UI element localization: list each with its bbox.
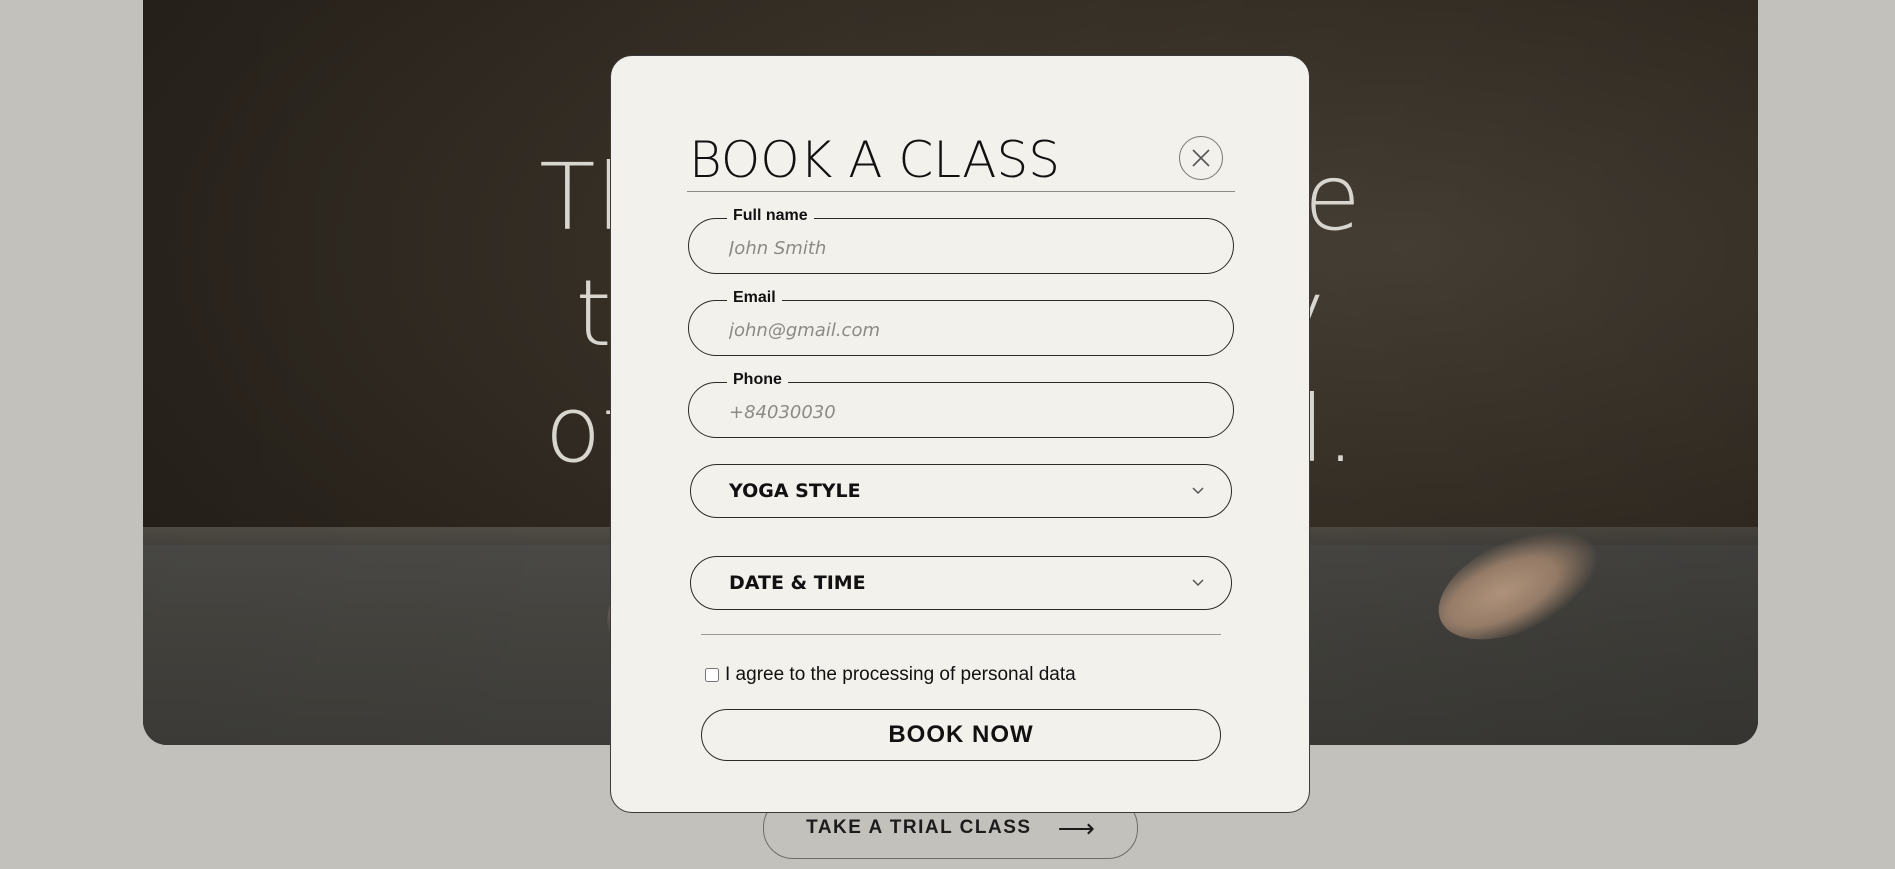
modal-title: BOOK A CLASS xyxy=(689,131,1060,189)
email-field: Email xyxy=(688,289,1234,356)
agree-checkbox[interactable] xyxy=(705,668,719,682)
phone-label: Phone xyxy=(727,371,788,389)
email-input[interactable] xyxy=(727,315,1201,345)
email-label: Email xyxy=(727,289,782,307)
book-now-button[interactable]: BOOK NOW xyxy=(701,709,1221,761)
close-button[interactable] xyxy=(1179,136,1223,180)
chevron-down-icon xyxy=(1192,579,1204,587)
date-time-label: DATE & TIME xyxy=(729,572,866,594)
agree-consent: I agree to the processing of personal da… xyxy=(705,664,1076,686)
form-divider xyxy=(701,634,1221,635)
title-divider xyxy=(687,191,1235,192)
yoga-style-label: YOGA STYLE xyxy=(729,480,861,502)
phone-field: Phone xyxy=(688,371,1234,438)
chevron-down-icon xyxy=(1192,487,1204,495)
full-name-label: Full name xyxy=(727,207,814,225)
agree-label: I agree to the processing of personal da… xyxy=(725,664,1076,685)
full-name-input[interactable] xyxy=(727,233,1201,263)
full-name-field: Full name xyxy=(688,207,1234,274)
yoga-style-select[interactable]: YOGA STYLE xyxy=(690,464,1232,518)
book-class-modal: BOOK A CLASS Full name Email Phone YOGA … xyxy=(610,55,1310,813)
phone-input[interactable] xyxy=(727,397,1201,427)
date-time-select[interactable]: DATE & TIME xyxy=(690,556,1232,610)
close-icon xyxy=(1192,149,1210,167)
